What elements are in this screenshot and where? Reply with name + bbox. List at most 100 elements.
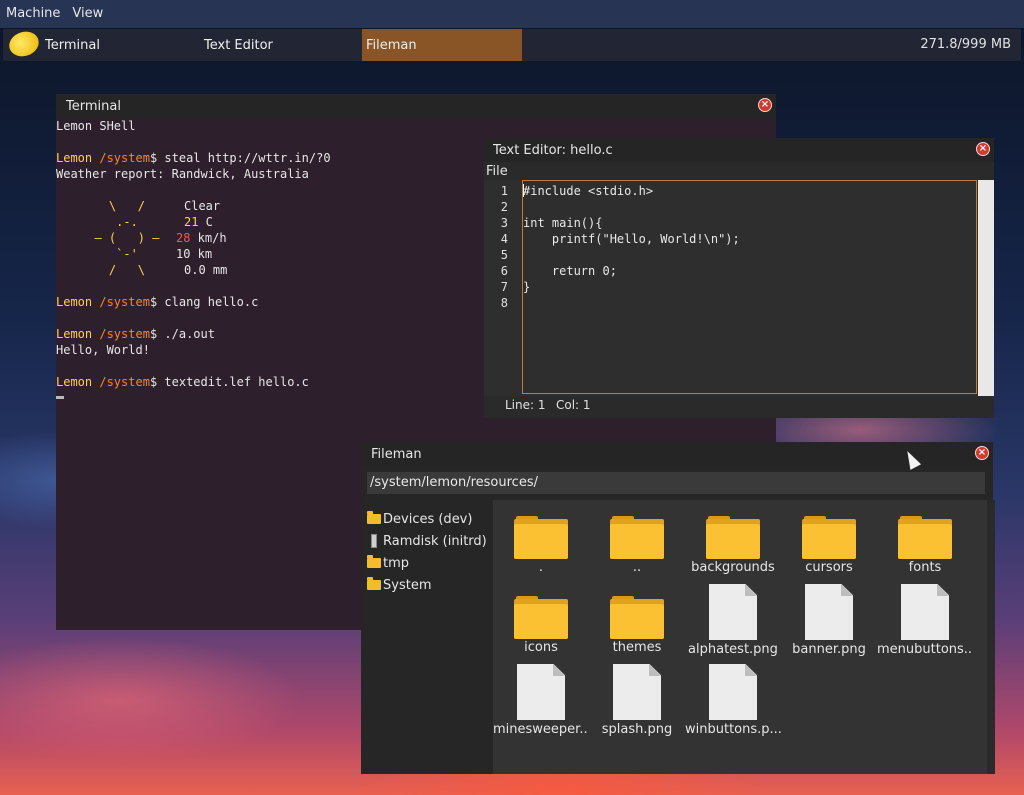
grid-scrollbar[interactable] [987, 500, 995, 774]
file-item-icons[interactable]: icons [493, 596, 589, 655]
folder-icon [898, 516, 952, 559]
file-icon [805, 584, 853, 640]
close-icon[interactable]: × [975, 446, 989, 460]
weather-art: / \ [80, 263, 146, 277]
file-icon [901, 584, 949, 640]
folder-icon [706, 516, 760, 559]
status-line: Line: 1 [505, 398, 546, 412]
weather-temp: 21 C [184, 214, 213, 230]
wind-unit: km/h [190, 231, 227, 245]
temp-value: 21 [184, 215, 199, 229]
line-number: 8 [500, 296, 508, 310]
memory-usage: 271.8/999 MB [920, 37, 1011, 52]
file-item-dot[interactable]: . [493, 516, 589, 575]
host-menubar: Machine View [0, 0, 1024, 28]
file-item-label: alphatest.png [688, 642, 778, 657]
wind-value: 28 [176, 231, 191, 245]
editor-statusbar: Line: 1 Col: 1 [484, 396, 994, 416]
weather-art: .-. [80, 215, 138, 229]
file-item-backgrounds[interactable]: backgrounds [685, 516, 781, 575]
file-item-label: cursors [805, 560, 853, 575]
lemon-icon[interactable] [6, 27, 42, 61]
file-item-menubuttons[interactable]: menubuttons.... [877, 584, 973, 657]
task-text-editor[interactable]: Text Editor [200, 29, 358, 61]
sidebar-item-label: System [383, 577, 432, 593]
code-line: int main(){ [523, 216, 603, 230]
folder-icon [367, 555, 381, 568]
sidebar-item-label: tmp [383, 555, 410, 571]
file-item-parent[interactable]: .. [589, 516, 685, 575]
sidebar-item-tmp[interactable]: tmp [367, 552, 409, 574]
file-item-splash[interactable]: splash.png [589, 664, 685, 737]
line-number: 7 [500, 280, 508, 294]
file-icon [613, 664, 661, 720]
prompt-path: /system [99, 327, 150, 341]
sidebar-item-devices[interactable]: Devices (dev) [367, 508, 472, 530]
prompt-suffix: $ [149, 151, 165, 165]
file-item-label: fonts [908, 560, 942, 575]
task-terminal[interactable]: Terminal [41, 29, 199, 61]
line-number: 6 [500, 264, 508, 278]
temp-unit: C [198, 215, 213, 229]
file-item-label: themes [612, 640, 662, 655]
close-icon[interactable]: × [976, 142, 990, 156]
menu-view[interactable]: View [66, 0, 109, 28]
menu-file[interactable]: File [486, 164, 508, 179]
command-text: clang hello.c [164, 295, 259, 309]
terminal-titlebar[interactable]: Terminal × [56, 94, 776, 118]
terminal-line: Lemon /system$ steal http://wttr.in/?0 [56, 150, 331, 166]
program-output: Hello, World! [56, 343, 150, 357]
weather-art: ― ( ) ― [80, 231, 160, 245]
weather-wind: 28 km/h [176, 230, 227, 246]
editor-scrollbar[interactable] [978, 180, 994, 416]
sidebar-item-ramdisk[interactable]: Ramdisk (initrd) [367, 530, 487, 552]
window-title: Terminal [66, 99, 121, 114]
file-item-label: banner.png [792, 642, 866, 657]
drive-icon [371, 534, 377, 548]
prompt-user: Lemon [56, 151, 93, 165]
sidebar-item-system[interactable]: System [367, 574, 431, 596]
file-item-minesweeper[interactable]: minesweeper.... [493, 664, 589, 737]
file-item-banner[interactable]: banner.png [781, 584, 877, 657]
file-item-winbuttons[interactable]: winbuttons.p... [685, 664, 781, 737]
file-item-label: icons [524, 640, 558, 655]
folder-icon [367, 511, 381, 524]
sidebar-item-label: Ramdisk (initrd) [383, 533, 487, 549]
file-item-themes[interactable]: themes [589, 596, 685, 655]
command-text: ./a.out [164, 327, 215, 341]
command-text: textedit.lef hello.c [164, 375, 309, 389]
weather-condition: Clear [184, 199, 221, 213]
file-item-label: splash.png [601, 722, 673, 737]
editor-area: 1 2 3 4 5 6 7 8 #include <stdio.h> int m… [484, 180, 994, 416]
prompt-user: Lemon [56, 375, 93, 389]
prompt-user: Lemon [56, 295, 93, 309]
line-number: 2 [500, 200, 508, 214]
weather-precip: 0.0 mm [184, 263, 228, 277]
prompt-suffix: $ [149, 295, 165, 309]
task-fileman[interactable]: Fileman [362, 29, 522, 61]
code-editor[interactable]: #include <stdio.h> int main(){ printf("H… [522, 180, 977, 394]
file-item-label: winbuttons.p... [685, 722, 781, 737]
file-item-fonts[interactable]: fonts [877, 516, 973, 575]
terminal-line: Lemon /system$ textedit.lef hello.c [56, 374, 309, 390]
file-icon [709, 584, 757, 640]
menu-machine[interactable]: Machine [0, 0, 66, 28]
window-title: Fileman [371, 447, 422, 462]
terminal-cursor [56, 396, 64, 399]
file-item-alphatest[interactable]: alphatest.png [685, 584, 781, 657]
fileman-titlebar[interactable]: Fileman × [361, 442, 993, 466]
close-icon[interactable]: × [758, 98, 772, 112]
window-title: Text Editor: hello.c [493, 143, 613, 158]
code-line: printf("Hello, World!\n"); [523, 232, 740, 246]
code-line: #include <stdio.h> [523, 184, 654, 198]
editor-titlebar[interactable]: Text Editor: hello.c × [484, 138, 994, 162]
line-number: 5 [500, 248, 508, 262]
taskbar: Terminal Text Editor Fileman 271.8/999 M… [3, 27, 1021, 61]
path-field[interactable]: /system/lemon/resources/ [367, 472, 985, 494]
file-grid: . .. backgrounds cursors fonts icons the… [493, 500, 993, 774]
fileman-window: Fileman × /system/lemon/resources/ Devic… [361, 442, 995, 774]
file-item-cursors[interactable]: cursors [781, 516, 877, 575]
shell-banner: Lemon SHell [56, 119, 136, 133]
line-number: 3 [500, 216, 508, 230]
weather-art: \ / [80, 199, 146, 213]
